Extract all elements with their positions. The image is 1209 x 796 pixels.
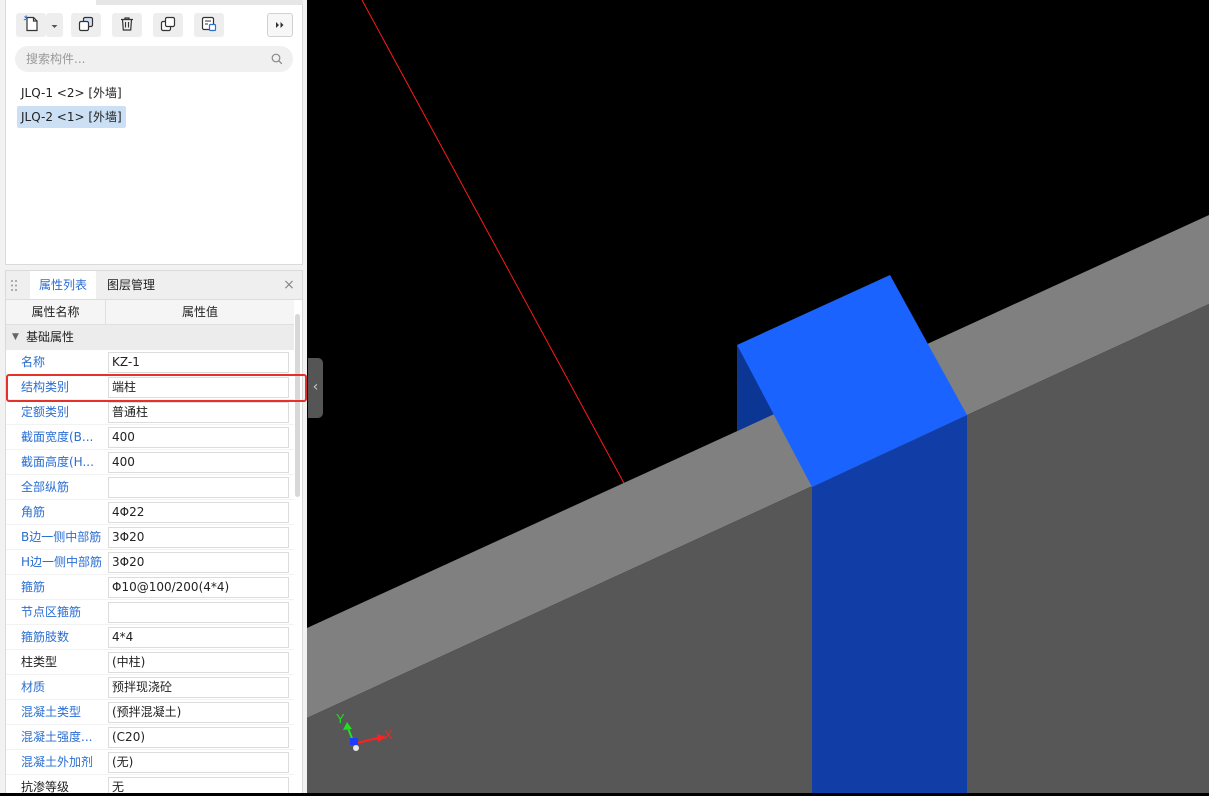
delete-component-button[interactable] [112,13,142,37]
property-row-section-width: 截面宽度(B... 400 [6,425,294,450]
drag-handle-icon[interactable] [10,279,19,292]
property-row-quota-category: 定额类别 普通柱 [6,400,294,425]
property-group-label: 基础属性 [26,330,75,344]
component-list-item[interactable]: JLQ-1 <2> [外墙] [17,82,126,104]
search-icon[interactable] [271,53,283,65]
property-row-column-type: 柱类型 (中柱) [6,650,294,675]
column-header-property-name: 属性名称 [6,300,106,325]
property-value-field[interactable] [108,477,289,498]
highlight-box-structure-category [6,374,307,402]
property-label: B边一侧中部筋 [21,530,102,544]
property-label: 柱类型 [21,655,58,669]
new-component-dropdown[interactable] [46,13,63,37]
chevron-down-icon[interactable]: ▼ [12,325,19,350]
search-input[interactable]: 搜索构件... [15,46,293,72]
property-panel: 属性列表 图层管理 × 属性名称 属性值 ▼ 基础属性 名称 KZ-1 结构类别… [5,270,303,793]
property-group-basic[interactable]: ▼ 基础属性 [6,325,294,350]
property-value-field[interactable]: 无 [108,777,289,793]
3d-viewport[interactable]: Y X [307,0,1209,793]
z-axis-marker [350,738,358,745]
property-label: 角筋 [21,505,46,519]
property-label: 抗渗等级 [21,780,70,793]
property-label: 混凝土类型 [21,705,82,719]
panel-tab-strip [96,0,303,5]
y-axis-label: Y [336,711,345,726]
copy-component-button[interactable] [71,13,101,37]
property-label: 混凝土外加剂 [21,755,94,769]
property-row-section-height: 截面高度(H... 400 [6,450,294,475]
property-row-material: 材质 预拌现浇砼 [6,675,294,700]
property-label: 定额类别 [21,405,70,419]
tab-property-list[interactable]: 属性列表 [30,271,96,299]
component-list-panel: 搜索构件... JLQ-1 <2> [外墙] JLQ-2 <1> [外墙] [5,0,303,265]
copy-from-floor-button[interactable] [194,13,224,37]
property-label: 全部纵筋 [21,480,70,494]
property-list-scrollbar[interactable] [295,314,300,497]
property-label: 名称 [21,355,46,369]
property-panel-tabbar: 属性列表 图层管理 × [6,271,302,300]
property-row-b-side-bars: B边一侧中部筋 3Φ20 [6,525,294,550]
red-axis-line [361,0,626,486]
property-value-field[interactable]: (中柱) [108,652,289,673]
property-value-field[interactable]: 预拌现浇砼 [108,677,289,698]
property-row-stirrup-legs: 箍筋肢数 4*4 [6,625,294,650]
property-row-joint-stirrups: 节点区箍筋 [6,600,294,625]
property-row-corner-bars: 角筋 4Φ22 [6,500,294,525]
layer-copy-icon [160,16,176,35]
property-row-concrete-strength: 混凝土强度... (C20) [6,725,294,750]
x-axis-label: X [384,727,393,742]
property-value-field[interactable] [108,602,289,623]
expand-toolbar-button[interactable] [267,13,293,37]
copy-icon [78,16,94,35]
property-value-field[interactable]: KZ-1 [108,352,289,373]
property-label: 混凝土强度... [21,730,93,744]
property-label: H边一侧中部筋 [21,555,103,569]
property-value-field[interactable]: 400 [108,452,289,473]
tab-layer-management[interactable]: 图层管理 [102,271,160,299]
property-value-field[interactable]: (预拌混凝土) [108,702,289,723]
search-placeholder: 搜索构件... [26,52,86,66]
axis-origin-dot [353,745,359,751]
property-value-field[interactable]: Φ10@100/200(4*4) [108,577,289,598]
property-row-concrete-admixture: 混凝土外加剂 (无) [6,750,294,775]
property-value-field[interactable]: 4Φ22 [108,502,289,523]
expand-right-icon [275,18,285,32]
property-row-impermeability-grade: 抗渗等级 无 [6,775,294,793]
close-icon[interactable]: × [282,271,296,299]
property-value-field[interactable]: (无) [108,752,289,773]
property-label: 截面宽度(B... [21,430,94,444]
property-value-field[interactable]: 3Φ20 [108,552,289,573]
property-row-concrete-type: 混凝土类型 (预拌混凝土) [6,700,294,725]
property-label: 节点区箍筋 [21,605,82,619]
dropdown-arrow-icon [51,18,58,32]
property-label: 箍筋 [21,580,46,594]
property-value-field[interactable]: 400 [108,427,289,448]
property-value-field[interactable]: (C20) [108,727,289,748]
3d-scene: Y X [307,0,1209,793]
property-value-field[interactable]: 3Φ20 [108,527,289,548]
property-label: 截面高度(H... [21,455,94,469]
property-value-field[interactable]: 普通柱 [108,402,289,423]
property-value-field[interactable]: 4*4 [108,627,289,648]
component-list-item-selected[interactable]: JLQ-2 <1> [外墙] [17,106,126,128]
property-label: 箍筋肢数 [21,630,70,644]
property-label: 材质 [21,680,46,694]
property-row-all-longitudinal-bars: 全部纵筋 [6,475,294,500]
new-component-icon [23,15,39,35]
delete-icon [119,16,135,35]
property-row-name: 名称 KZ-1 [6,350,294,375]
layer-copy-button[interactable] [153,13,183,37]
chevron-left-icon[interactable]: ‹ [308,358,323,418]
column-header-property-value: 属性值 [106,300,294,325]
property-row-stirrups: 箍筋 Φ10@100/200(4*4) [6,575,294,600]
copy-from-floor-icon [201,16,217,35]
new-component-button[interactable] [16,13,46,37]
property-row-h-side-bars: H边一侧中部筋 3Φ20 [6,550,294,575]
